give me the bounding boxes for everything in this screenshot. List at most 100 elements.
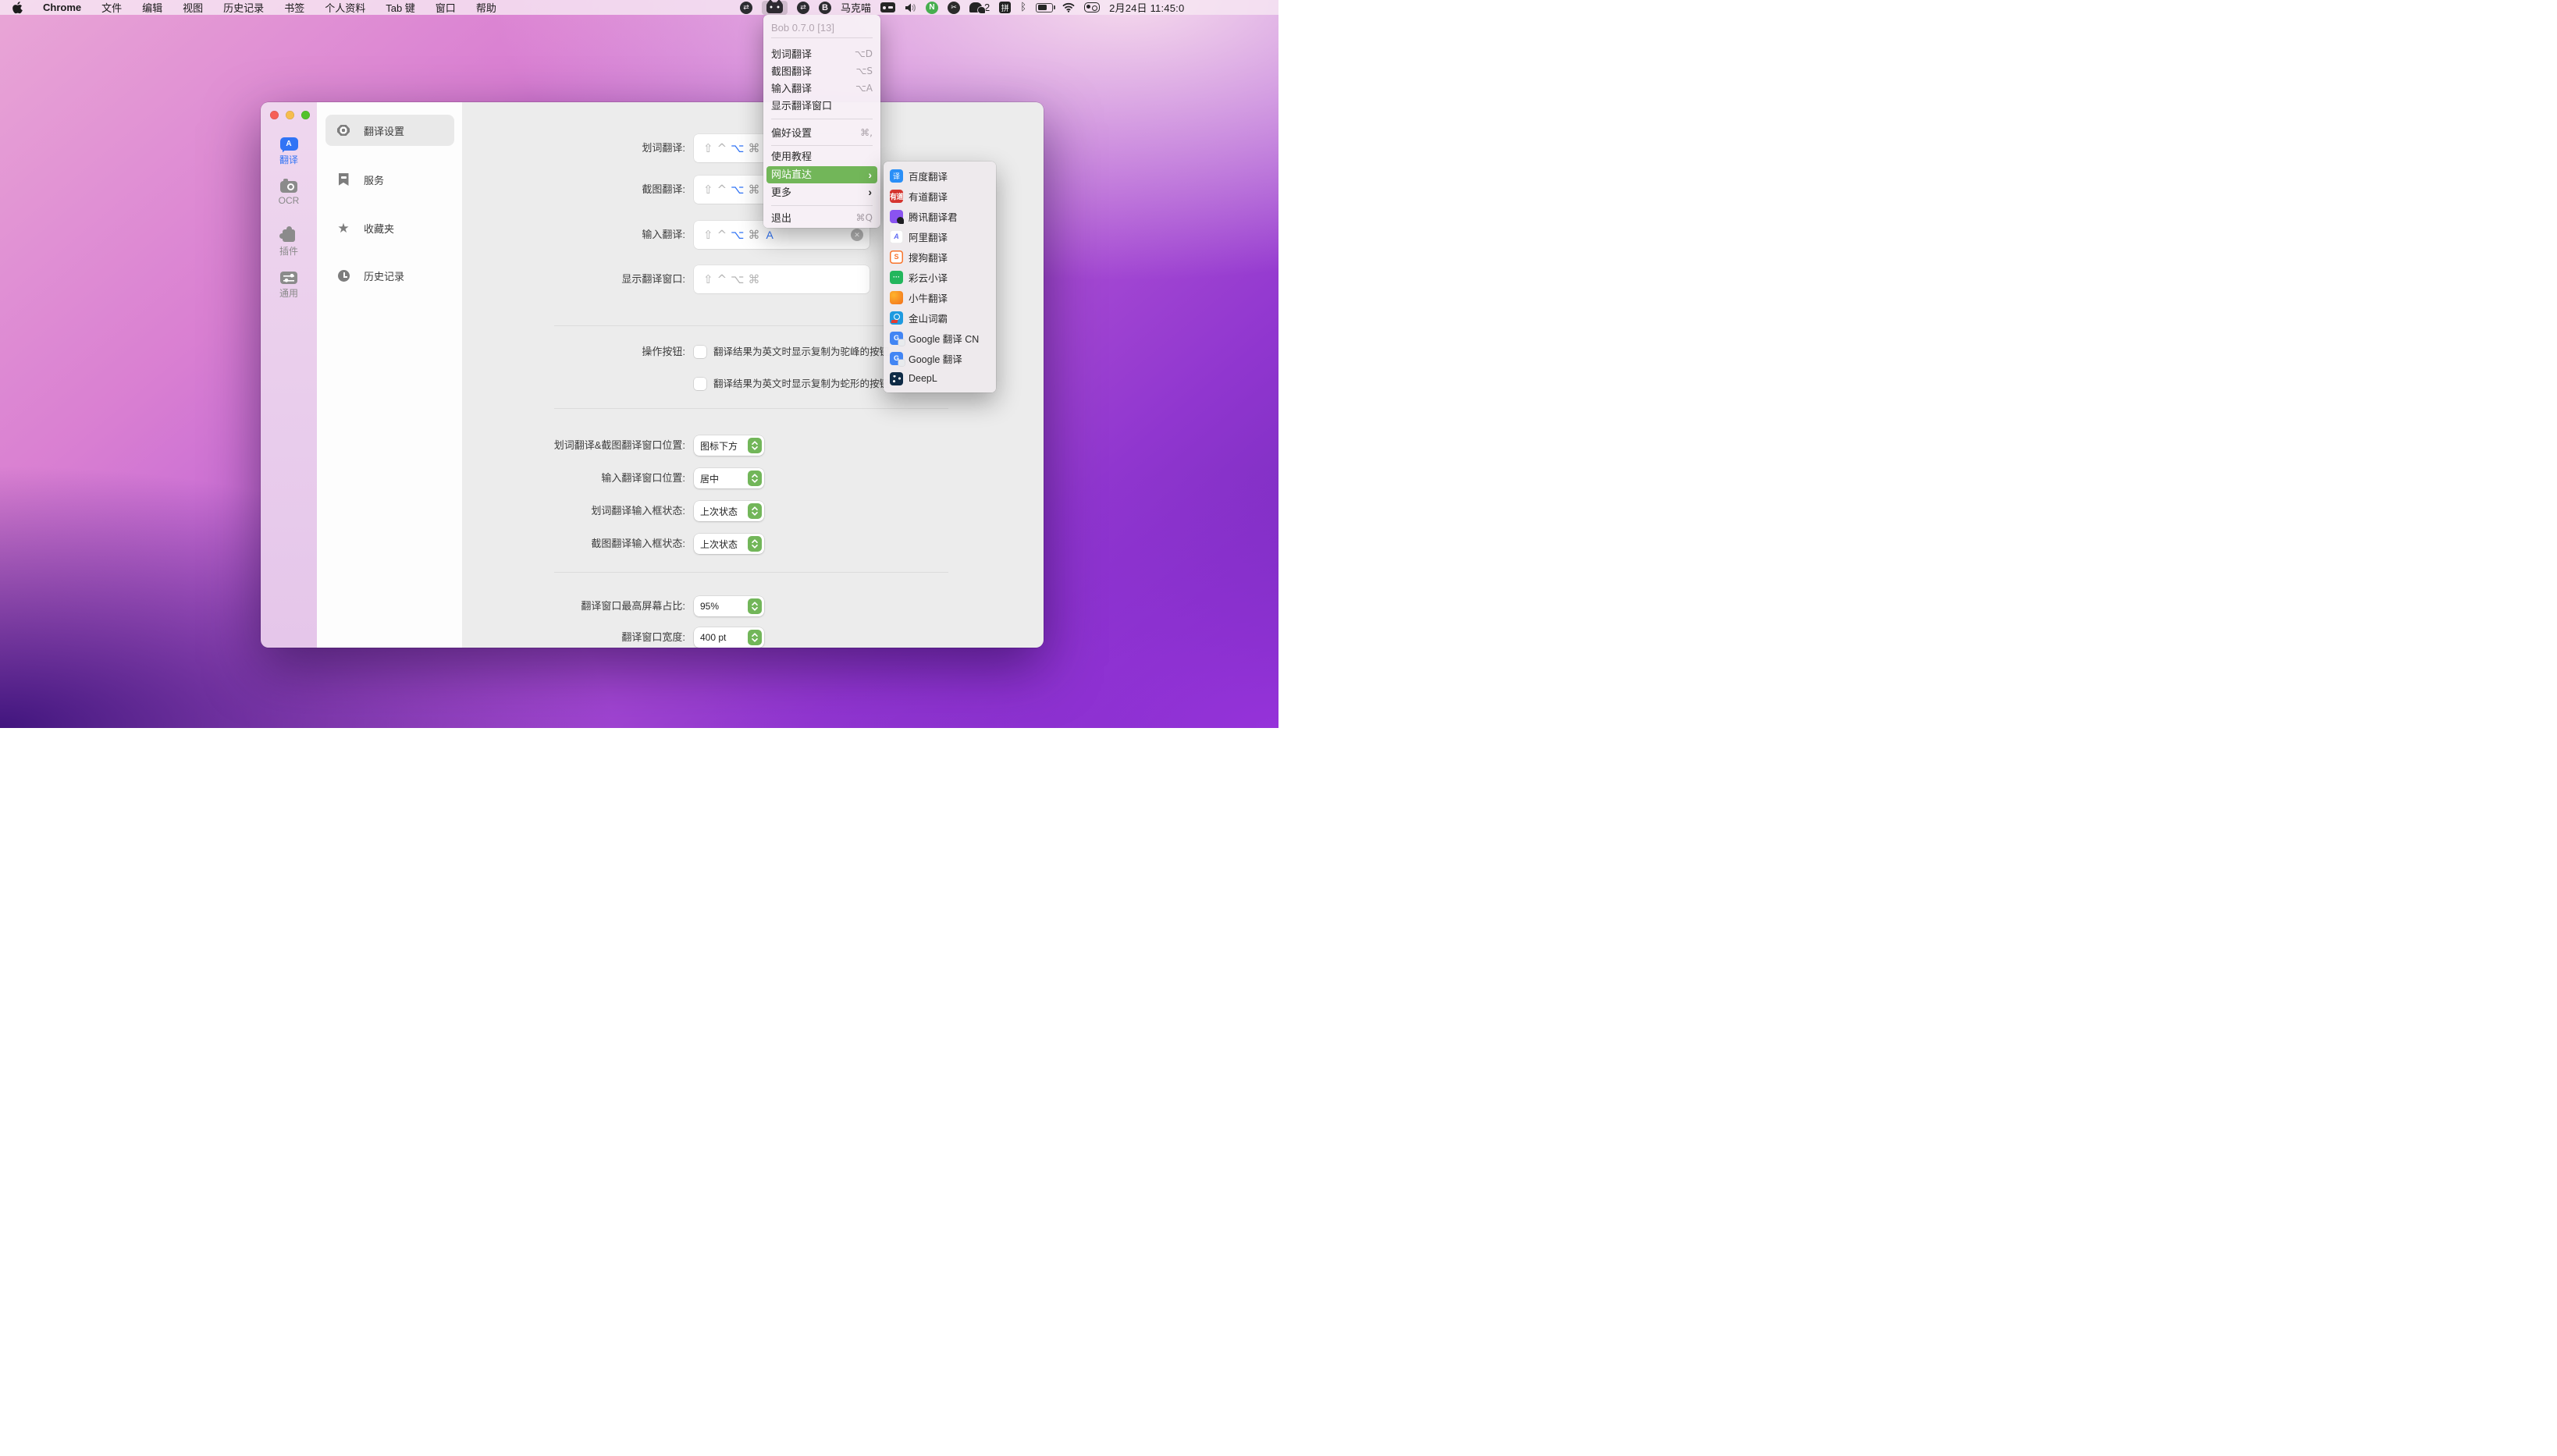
hotkey-field-show-window[interactable]: ⇧ ^ ⌥ ⌘ (694, 265, 870, 293)
submenu-item-sogou[interactable]: S 搜狗翻译 (884, 247, 996, 267)
submenu-item-caiyun[interactable]: ··· 彩云小译 (884, 267, 996, 287)
nav-tab-plugins[interactable]: 插件 (261, 228, 317, 257)
select-window-width[interactable]: 400 pt (694, 627, 764, 648)
nav-tab-ocr[interactable]: OCR (261, 181, 317, 206)
label-window-width: 翻译窗口宽度: (462, 627, 685, 648)
nav-tab-general[interactable]: 通用 (261, 272, 317, 300)
submenu-item-youdao[interactable]: 有道 有道翻译 (884, 186, 996, 206)
menu-item-preferences[interactable]: 偏好设置 ⌘, (766, 125, 877, 141)
menu-window[interactable]: 窗口 (436, 0, 456, 15)
checkbox-camel-copy[interactable] (694, 346, 706, 358)
switch-app-icon[interactable]: ⇄ (740, 2, 752, 14)
menu-item-quit[interactable]: 退出 ⌘Q (766, 210, 877, 226)
menu-bar: Chrome 文件 编辑 视图 历史记录 书签 个人资料 Tab 键 窗口 帮助… (0, 0, 1278, 15)
menu-bookmarks[interactable]: 书签 (284, 0, 304, 15)
sidebar-item-favorites[interactable]: ★ 收藏夹 (325, 212, 454, 243)
wifi-icon[interactable] (1062, 2, 1075, 12)
menu-view[interactable]: 视图 (183, 0, 203, 15)
settings-gear-icon (337, 125, 350, 136)
select-input-window-position[interactable]: 居中 (694, 468, 764, 488)
command-key-icon: ⌘ (748, 141, 759, 155)
window-sidebar: 翻译设置 服务 ★ 收藏夹 历史记录 (317, 102, 462, 648)
submenu-item-ali[interactable]: A 阿里翻译 (884, 226, 996, 247)
menu-bar-clock[interactable]: 2月24日 11:45:0 (1109, 0, 1184, 15)
menu-profiles[interactable]: 个人资料 (325, 0, 365, 15)
hotkey-letter: A (766, 229, 773, 241)
menu-item-websites[interactable]: 网站直达 › (766, 166, 877, 183)
menu-item-tutorial[interactable]: 使用教程 (766, 148, 877, 165)
option-key-icon: ⌥ (731, 183, 744, 197)
submenu-item-google-cn[interactable]: G Google 翻译 CN (884, 328, 996, 348)
nav-tab-translate[interactable]: A 翻译 (261, 137, 317, 166)
menu-tab[interactable]: Tab 键 (386, 0, 415, 15)
window-nav-rail: A 翻译 OCR 插件 通用 (261, 102, 317, 648)
clear-hotkey-button[interactable]: ✕ (851, 229, 863, 241)
bob-menubar-icon-active[interactable] (762, 1, 788, 15)
stepper-icon (748, 438, 762, 453)
chrome-profile-name[interactable]: 马克喵 (841, 0, 871, 15)
label-word-input-state: 划词翻译输入框状态: (462, 501, 685, 521)
submenu-item-baidu[interactable]: 译 百度翻译 (884, 165, 996, 186)
star-icon: ★ (337, 222, 349, 235)
battery-icon[interactable] (1036, 3, 1053, 12)
submenu-item-google[interactable]: G Google 翻译 (884, 348, 996, 368)
camera-icon (280, 181, 297, 193)
wechat-status[interactable]: 2 (969, 2, 990, 13)
label-translate-word: 划词翻译: (462, 134, 685, 162)
deepl-icon (890, 372, 903, 385)
label-translate-screenshot: 截图翻译: (462, 176, 685, 204)
transfer-icon[interactable]: ⇄ (797, 2, 809, 14)
stepper-icon (748, 598, 762, 614)
menu-item-translate-input[interactable]: 输入翻译 ⌥A (766, 80, 877, 97)
caiyun-translate-icon: ··· (890, 271, 903, 284)
submenu-chevron-icon: › (868, 166, 872, 183)
menu-edit[interactable]: 编辑 (142, 0, 162, 15)
bob-version-label: Bob 0.7.0 [13] (771, 22, 834, 34)
card-status-icon[interactable] (880, 2, 895, 12)
menu-item-translate-screenshot[interactable]: 截图翻译 ⌥S (766, 63, 877, 80)
checkbox-snake-copy[interactable] (694, 378, 706, 390)
menu-item-translate-word[interactable]: 划词翻译 ⌥D (766, 46, 877, 62)
active-app-name[interactable]: Chrome (43, 2, 81, 13)
label-input-window-position: 输入翻译窗口位置: (462, 468, 685, 488)
label-max-screen-ratio: 翻译窗口最高屏幕占比: (462, 596, 685, 616)
separator (554, 572, 948, 573)
stepper-icon (748, 536, 762, 552)
sliders-icon (280, 272, 297, 284)
apple-logo-icon[interactable] (12, 2, 23, 14)
b-app-icon[interactable]: B (819, 2, 831, 14)
select-popup-position[interactable]: 图标下方 (694, 435, 764, 456)
pinyin-input-icon[interactable]: 拼 (999, 2, 1011, 13)
close-button[interactable] (270, 111, 279, 119)
sidebar-item-history[interactable]: 历史记录 (325, 260, 454, 291)
ali-translate-icon: A (890, 230, 903, 243)
niutrans-icon (890, 291, 903, 304)
control-center-icon[interactable] (1084, 2, 1100, 12)
sidebar-item-translate-settings[interactable]: 翻译设置 (325, 115, 454, 146)
menu-help[interactable]: 帮助 (476, 0, 496, 15)
google-translate-icon: G (890, 352, 903, 365)
select-max-screen-ratio[interactable]: 95% (694, 596, 764, 616)
select-screenshot-input-state[interactable]: 上次状态 (694, 534, 764, 554)
menu-item-more[interactable]: 更多 › (766, 184, 877, 201)
scissors-app-icon[interactable]: ✂ (948, 2, 960, 14)
sidebar-item-services[interactable]: 服务 (325, 164, 454, 195)
submenu-item-iciba[interactable]: 金山词霸 (884, 307, 996, 328)
control-key-icon: ^ (717, 272, 727, 286)
select-word-input-state[interactable]: 上次状态 (694, 501, 764, 521)
submenu-item-niutrans[interactable]: 小牛翻译 (884, 287, 996, 307)
volume-icon[interactable] (905, 3, 916, 12)
menu-file[interactable]: 文件 (101, 0, 122, 15)
translate-bubble-icon: A (280, 137, 298, 151)
minimize-button[interactable] (286, 111, 294, 119)
desktop: Chrome 文件 编辑 视图 历史记录 书签 个人资料 Tab 键 窗口 帮助… (0, 0, 1278, 728)
submenu-item-deepl[interactable]: DeepL (884, 368, 996, 389)
menu-item-show-window[interactable]: 显示翻译窗口 (766, 98, 877, 114)
menu-history[interactable]: 历史记录 (223, 0, 264, 15)
submenu-item-tencent[interactable]: 腾讯翻译君 (884, 206, 996, 226)
zoom-button[interactable] (301, 111, 310, 119)
notion-icon[interactable]: N (926, 2, 938, 14)
option-key-icon: ⌥ (731, 141, 744, 155)
bluetooth-icon[interactable]: ᛒ (1020, 2, 1026, 13)
shift-key-icon: ⇧ (703, 272, 713, 286)
